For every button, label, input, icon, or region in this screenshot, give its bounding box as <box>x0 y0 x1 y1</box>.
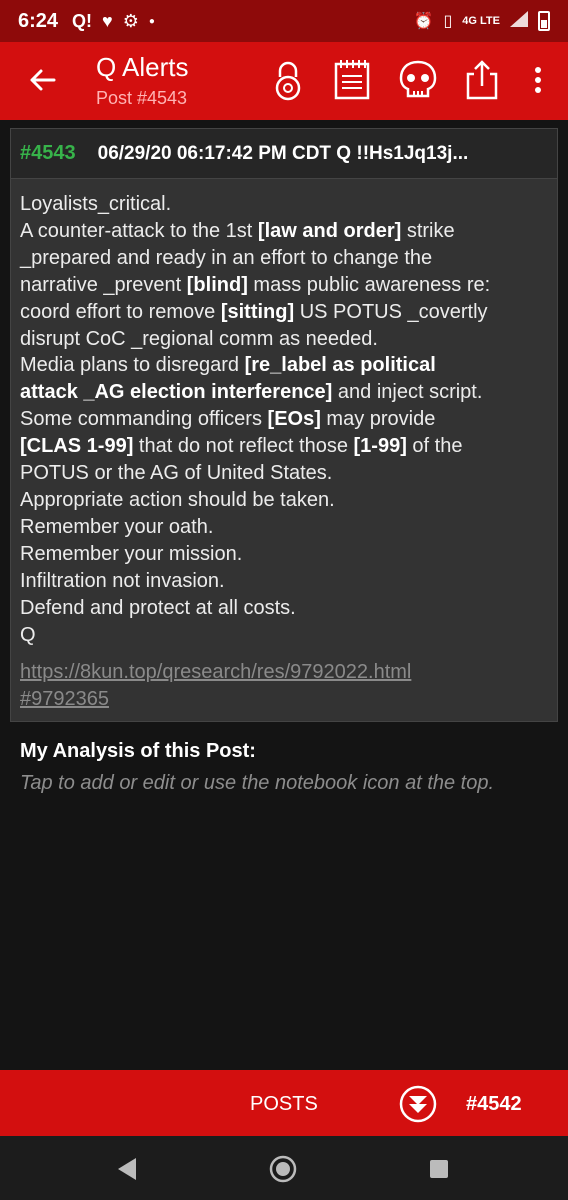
post-subtitle: Post #4543 <box>96 88 188 108</box>
alarm-icon: ⏰ <box>413 13 434 30</box>
post-body-segment: Some commanding officers <box>20 408 268 431</box>
post-body-segment: Loyalists_critical. <box>20 193 172 215</box>
app-bar: Q Alerts Post #4543 <box>0 42 568 120</box>
post-body: Loyalists_critical. A counter-attack to t… <box>20 191 552 648</box>
post-body-bold-segment: [re_label as political <box>244 354 436 377</box>
post-body-bold-segment: [CLAS 1-99] <box>20 435 134 458</box>
post-body-segment: Appropriate action should be taken. <box>20 488 335 511</box>
home-nav-icon[interactable] <box>268 1154 298 1184</box>
share-icon[interactable] <box>462 58 502 102</box>
more-vert-icon[interactable] <box>520 58 556 102</box>
post-body-line: [CLAS 1-99] that do not reflect those [1… <box>20 433 552 460</box>
post-body-bold-segment: [EOs] <box>267 408 321 431</box>
post-body-line: Media plans to disregard [re_label as po… <box>20 352 552 379</box>
gear-icon: ⚙ <box>122 10 139 31</box>
post-card: #4543 06/29/20 06:17:42 PM CDT Q !!Hs1Jq… <box>10 128 558 722</box>
network-label: 4G LTE <box>462 15 500 27</box>
signal-icon <box>510 10 528 32</box>
post-body-line: attack _AG election interference] and in… <box>20 379 552 406</box>
post-link[interactable]: https://8kun.top/qresearch/res/9792022.h… <box>20 659 550 713</box>
post-body-line: narrative _prevent [blind] mass public a… <box>20 272 552 299</box>
post-body-segment: narrative _prevent <box>20 273 187 296</box>
posts-button[interactable]: POSTS <box>250 1093 318 1116</box>
post-body-line: Some commanding officers [EOs] may provi… <box>20 406 552 433</box>
post-number: #4543 <box>20 142 76 164</box>
post-body-line: Defend and protect at all costs. <box>20 595 552 622</box>
system-nav-bar <box>0 1136 568 1200</box>
post-body-segment: Q <box>20 623 36 646</box>
post-header: #4543 06/29/20 06:17:42 PM CDT Q !!Hs1Jq… <box>11 129 557 179</box>
post-body-bold-segment: [law and order] <box>257 219 402 242</box>
post-body-segment: of the <box>406 435 463 458</box>
post-body-segment: Remember your oath. <box>20 515 214 538</box>
bottom-bar: POSTS #4542 <box>0 1070 568 1136</box>
post-body-line: coord effort to remove [sitting] US POTU… <box>20 299 552 326</box>
post-body-segment: _prepared and ready in an effort to chan… <box>20 246 433 269</box>
post-body-segment: Remember your mission. <box>20 542 243 565</box>
post-body-segment: strike <box>401 219 455 242</box>
post-link-line[interactable]: https://8kun.top/qresearch/res/9792022.h… <box>20 659 550 686</box>
post-body-line: disrupt CoC _regional comm as needed. <box>20 326 552 353</box>
back-nav-icon[interactable] <box>112 1154 142 1184</box>
notebook-icon[interactable] <box>332 58 372 102</box>
post-body-line: A counter-attack to the 1st [law and ord… <box>20 218 552 245</box>
lock-icon[interactable] <box>268 58 308 102</box>
post-body-segment: and inject script. <box>332 381 483 404</box>
post-body-bold-segment: [blind] <box>186 273 248 296</box>
status-bar: 6:24 Q! ♥ ⚙ ● ⏰ ▯ 4G LTE <box>0 0 568 42</box>
post-body-segment: Defend and protect at all costs. <box>20 596 296 619</box>
analysis-title: My Analysis of this Post: <box>20 740 256 762</box>
analysis-input[interactable]: Tap to add or edit or use the notebook i… <box>20 772 494 795</box>
post-meta: 06/29/20 06:17:42 PM CDT Q !!Hs1Jq13j... <box>97 142 469 164</box>
post-body-segment: A counter-attack to the 1st <box>20 219 258 242</box>
status-time: 6:24 <box>18 9 59 32</box>
post-body-segment: may provide <box>320 408 436 431</box>
back-arrow-icon[interactable] <box>22 60 62 100</box>
post-body-segment: mass public awareness re: <box>247 273 491 296</box>
post-body-segment: that do not reflect those <box>133 435 354 458</box>
post-body-line: Infiltration not invasion. <box>20 568 552 595</box>
post-body-line: Remember your mission. <box>20 541 552 568</box>
post-body-segment: coord effort to remove <box>20 300 221 323</box>
post-link-line[interactable]: #9792365 <box>20 686 550 713</box>
post-body-line: Q <box>20 622 552 649</box>
post-body-segment: POTUS or the AG of United States. <box>20 462 333 485</box>
vibrate-icon: ▯ <box>443 13 453 30</box>
battery-icon <box>538 11 550 31</box>
post-body-segment: Infiltration not invasion. <box>20 569 225 592</box>
post-body-segment: US POTUS _covertly <box>294 300 488 323</box>
post-body-line: Appropriate action should be taken. <box>20 487 552 514</box>
post-body-bold-segment: [1-99] <box>353 435 407 458</box>
post-body-segment: Media plans to disregard <box>20 354 245 377</box>
post-body-bold-segment: attack _AG election interference] <box>20 381 333 404</box>
post-body-line: Loyalists_critical. <box>20 191 552 218</box>
post-body-line: Remember your oath. <box>20 514 552 541</box>
post-body-bold-segment: [sitting] <box>220 300 295 323</box>
recents-nav-icon[interactable] <box>424 1154 454 1184</box>
post-body-line: _prepared and ready in an effort to chan… <box>20 245 552 272</box>
scroll-down-icon[interactable] <box>398 1084 438 1124</box>
heart-icon: ♥ <box>102 10 113 31</box>
carrier-q-icon: Q! <box>72 10 93 31</box>
app-title: Q Alerts <box>96 52 189 82</box>
next-post-button[interactable]: #4542 <box>466 1093 522 1116</box>
post-body-segment: disrupt CoC _regional comm as needed. <box>20 327 378 350</box>
dot-icon: ● <box>148 15 155 27</box>
post-body-line: POTUS or the AG of United States. <box>20 460 552 487</box>
skull-icon[interactable] <box>398 58 438 102</box>
